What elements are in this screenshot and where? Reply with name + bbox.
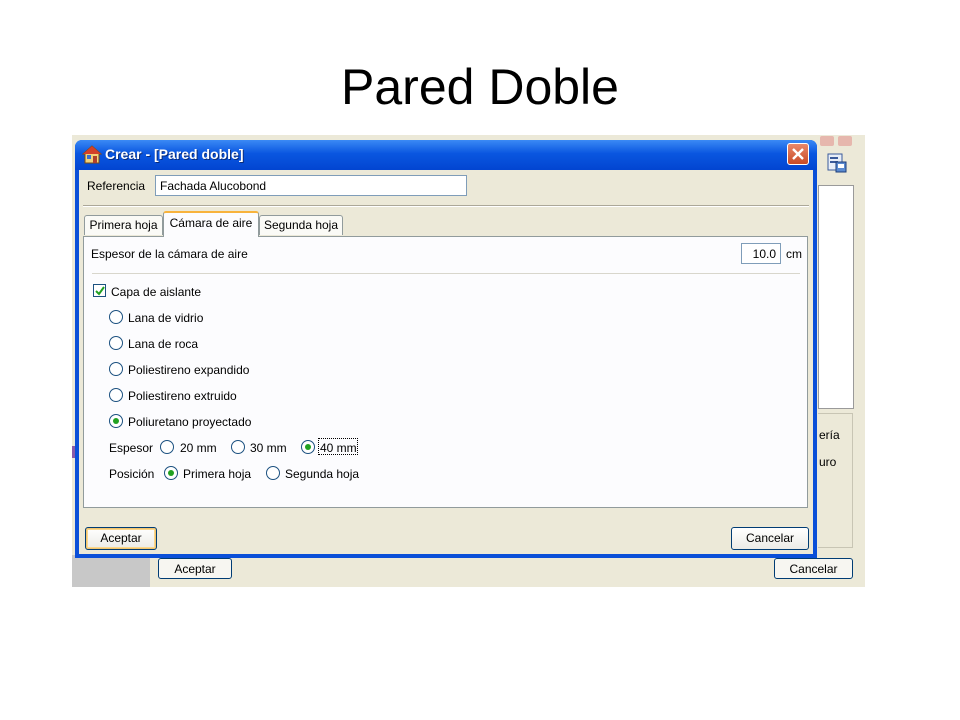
tab-primera-hoja[interactable]: Primera hoja — [84, 215, 163, 235]
insulation-position-label: Posición — [109, 467, 155, 481]
material-label-poliestireno-expandido: Poliestireno expandido — [128, 363, 250, 377]
insulation-thickness-label: Espesor — [109, 441, 154, 455]
close-icon — [792, 148, 804, 160]
background-close-button[interactable] — [838, 136, 852, 146]
position-label-segunda-hoja: Segunda hoja — [285, 467, 360, 481]
checkmark-icon — [95, 286, 105, 296]
radio-position-primera-hoja[interactable] — [164, 466, 178, 480]
position-label-primera-hoja: Primera hoja — [183, 467, 252, 481]
insulation-label: Capa de aislante — [111, 285, 202, 299]
radio-poliuretano-proyectado[interactable] — [109, 414, 123, 428]
background-toolbar-icon[interactable] — [826, 152, 848, 174]
radio-thickness-20mm[interactable] — [160, 440, 174, 454]
close-button[interactable] — [787, 143, 809, 165]
background-grey-area — [72, 555, 150, 587]
reference-input[interactable] — [155, 175, 467, 196]
background-minimize-button[interactable] — [820, 136, 834, 146]
dialog-title: Crear - [Pared doble] — [105, 146, 244, 162]
tab-camara-de-aire[interactable]: Cámara de aire — [163, 211, 259, 237]
material-label-poliestireno-extruido: Poliestireno extruido — [128, 389, 237, 403]
tab-segunda-hoja[interactable]: Segunda hoja — [259, 215, 343, 235]
tab-panel-camara-de-aire: Espesor de la cámara de aire cm Capa de … — [83, 236, 808, 508]
air-thickness-input[interactable] — [741, 243, 781, 264]
cancel-button[interactable]: Cancelar — [731, 527, 809, 550]
radio-poliestireno-extruido[interactable] — [109, 388, 123, 402]
radio-lana-de-vidrio[interactable] — [109, 310, 123, 324]
radio-thickness-30mm[interactable] — [231, 440, 245, 454]
thickness-label-20mm: 20 mm — [180, 441, 217, 455]
material-label-lana-de-roca: Lana de roca — [128, 337, 199, 351]
background-text-1: ería — [819, 428, 840, 442]
dialog-body: Referencia Primera hoja Cámara de aire S… — [79, 170, 813, 554]
thickness-label-40mm: 40 mm — [320, 441, 357, 455]
material-label-poliuretano-proyectado: Poliuretano proyectado — [128, 415, 252, 429]
air-thickness-label: Espesor de la cámara de aire — [91, 247, 248, 261]
radio-position-segunda-hoja[interactable] — [266, 466, 280, 480]
panel-separator — [92, 273, 800, 274]
radio-lana-de-roca[interactable] — [109, 336, 123, 350]
create-dialog: Crear - [Pared doble] Referencia Primera… — [75, 140, 817, 558]
radio-poliestireno-expandido[interactable] — [109, 362, 123, 376]
separator — [83, 205, 809, 207]
radio-thickness-40mm[interactable] — [301, 440, 315, 454]
accept-button[interactable]: Aceptar — [85, 527, 157, 550]
background-list-panel — [818, 185, 854, 409]
insulation-checkbox[interactable] — [93, 284, 106, 297]
dialog-titlebar[interactable]: Crear - [Pared doble] — [75, 140, 817, 170]
air-thickness-unit: cm — [786, 247, 802, 261]
background-text-2: uro — [819, 455, 837, 469]
background-accept-button[interactable]: Aceptar — [158, 558, 232, 579]
house-icon — [81, 145, 103, 164]
background-cancel-button[interactable]: Cancelar — [774, 558, 853, 579]
reference-label: Referencia — [87, 179, 146, 193]
material-label-lana-de-vidrio: Lana de vidrio — [128, 311, 204, 325]
thickness-label-30mm: 30 mm — [250, 441, 287, 455]
slide-title: Pared Doble — [341, 59, 619, 115]
